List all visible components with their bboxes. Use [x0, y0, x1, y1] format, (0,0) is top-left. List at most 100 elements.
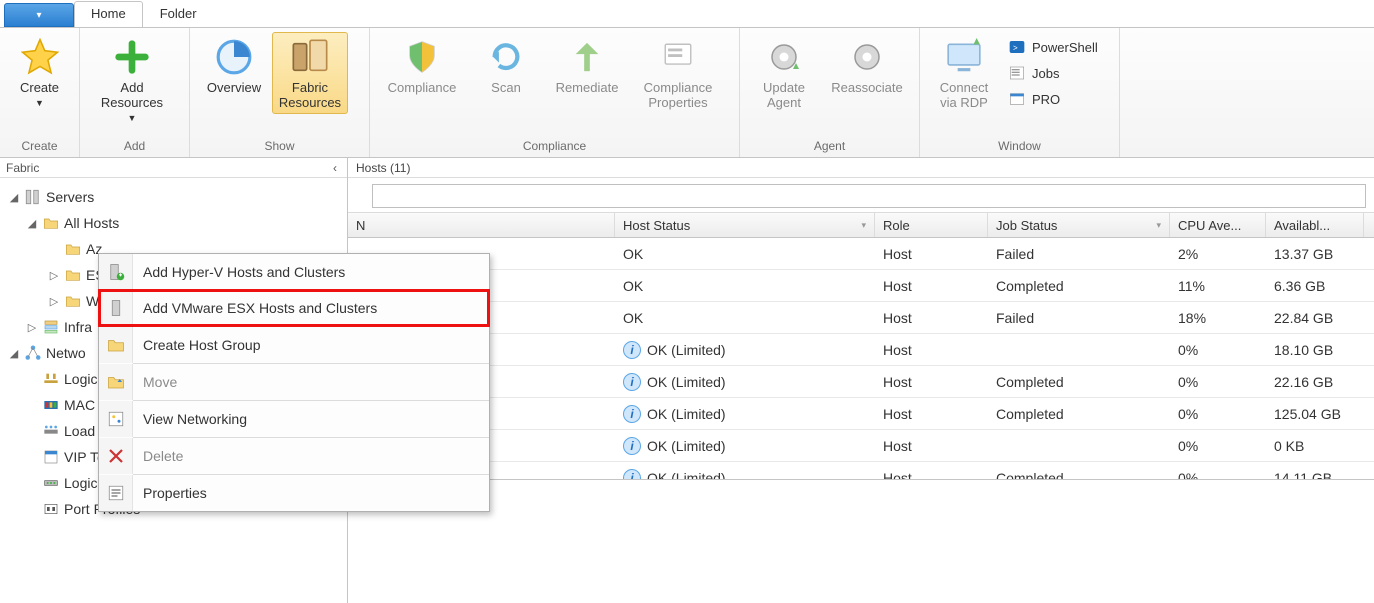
table-row[interactable]: OKHostFailed18%22.84 GB — [348, 302, 1374, 334]
cell-host-status: iOK (Limited) — [615, 430, 875, 461]
cell-memory: 6.36 GB — [1266, 270, 1364, 301]
chevron-down-icon[interactable]: ▾ — [861, 220, 866, 231]
table-row[interactable]: OKHostFailed2%13.37 GB — [348, 238, 1374, 270]
connect-rdp-button[interactable]: Connectvia RDP — [926, 32, 1002, 114]
gear-up-icon — [764, 37, 804, 77]
info-icon: i — [623, 341, 641, 359]
info-icon: i — [623, 405, 641, 423]
cell-cpu: 11% — [1170, 270, 1266, 301]
delete-icon — [99, 438, 133, 474]
ribbon-group-create: Create — [0, 137, 79, 157]
powershell-icon: > — [1008, 38, 1026, 56]
expander-icon[interactable]: ▷ — [48, 295, 60, 308]
folder-move-icon — [99, 364, 133, 400]
scan-button[interactable]: Scan — [468, 32, 544, 99]
server-stack-icon — [42, 318, 60, 336]
ctx-properties[interactable]: Properties — [99, 475, 489, 511]
col-cpu[interactable]: CPU Ave... — [1170, 213, 1266, 237]
ctx-view-networking[interactable]: View Networking — [99, 401, 489, 437]
cell-memory: 22.16 GB — [1266, 366, 1364, 397]
table-row[interactable]: OKHostCompleted11%6.36 GB — [348, 270, 1374, 302]
system-menu[interactable]: ▾ — [4, 3, 74, 27]
reassociate-button[interactable]: Reassociate — [822, 32, 912, 99]
servers-icon — [24, 188, 42, 206]
jobs-button[interactable]: Jobs — [1008, 62, 1098, 84]
ribbon-group-agent: Agent — [740, 137, 919, 157]
col-name[interactable]: N — [348, 213, 615, 237]
tree-all-hosts[interactable]: ◢ All Hosts — [4, 210, 343, 236]
col-memory[interactable]: Availabl... — [1266, 213, 1364, 237]
pro-button[interactable]: PRO — [1008, 88, 1098, 110]
add-resources-button[interactable]: AddResources ▼ — [86, 32, 178, 126]
tab-folder[interactable]: Folder — [143, 1, 214, 27]
chevron-down-icon: ▾ — [36, 10, 41, 21]
network-icon — [24, 344, 42, 362]
cell-role: Host — [875, 366, 988, 397]
plus-icon — [112, 37, 152, 77]
table-row[interactable]: iOK (Limited)HostCompleted0%125.04 GB — [348, 398, 1374, 430]
ctx-add-hyperv[interactable]: Add Hyper-V Hosts and Clusters — [99, 254, 489, 290]
ribbon-group-compliance: Compliance — [370, 137, 739, 157]
cell-host-status: iOK (Limited) — [615, 398, 875, 429]
col-job-status[interactable]: Job Status▾ — [988, 213, 1170, 237]
cell-host-status: OK — [615, 238, 875, 269]
collapse-nav-button[interactable]: ‹ — [329, 161, 341, 175]
ribbon: Create ▼ Create AddResources ▼ Add Overv… — [0, 28, 1374, 158]
expander-icon[interactable]: ▷ — [48, 269, 60, 282]
tree-servers[interactable]: ◢ Servers — [4, 184, 343, 210]
cell-memory: 18.10 GB — [1266, 334, 1364, 365]
table-row[interactable]: iOK (Limited)Host0%18.10 GB — [348, 334, 1374, 366]
cell-memory: 13.37 GB — [1266, 238, 1364, 269]
folder-new-icon — [99, 327, 133, 363]
ctx-add-vmware[interactable]: Add VMware ESX Hosts and Clusters — [99, 290, 489, 326]
cell-host-status: iOK (Limited) — [615, 366, 875, 397]
expander-icon[interactable]: ◢ — [26, 217, 38, 230]
filter-input[interactable] — [372, 184, 1366, 208]
gear-icon — [847, 37, 887, 77]
chevron-down-icon: ▼ — [101, 113, 163, 123]
chevron-down-icon[interactable]: ▾ — [1156, 220, 1161, 231]
overview-button[interactable]: Overview — [196, 32, 272, 99]
hosts-grid: N Host Status▾ Role Job Status▾ CPU Ave.… — [348, 212, 1374, 480]
cell-role: Host — [875, 398, 988, 429]
info-icon: i — [623, 437, 641, 455]
cell-host-status: OK — [615, 270, 875, 301]
remediate-button[interactable]: Remediate — [544, 32, 630, 99]
table-row[interactable]: iOK (Limited)HostCompleted0%22.16 GB — [348, 366, 1374, 398]
list-icon — [1008, 64, 1026, 82]
expander-icon[interactable]: ▷ — [26, 321, 38, 334]
cell-cpu: 0% — [1170, 462, 1266, 480]
nav-title: Fabric — [6, 161, 39, 175]
cell-memory: 125.04 GB — [1266, 398, 1364, 429]
ctx-move[interactable]: Move — [99, 364, 489, 400]
fabric-resources-button[interactable]: FabricResources — [272, 32, 348, 114]
svg-text:>: > — [1013, 43, 1018, 52]
update-agent-button[interactable]: UpdateAgent — [746, 32, 822, 114]
ctx-create-host-group[interactable]: Create Host Group — [99, 327, 489, 363]
cell-cpu: 0% — [1170, 334, 1266, 365]
network-view-icon — [99, 401, 133, 437]
star-icon — [20, 37, 60, 77]
vip-template-icon — [42, 448, 60, 466]
folder-icon — [42, 214, 60, 232]
table-row[interactable]: iOK (Limited)HostCompleted0%14.11 GB — [348, 462, 1374, 480]
expander-icon[interactable]: ◢ — [8, 191, 20, 204]
create-button[interactable]: Create ▼ — [6, 32, 73, 111]
cell-job-status — [988, 334, 1170, 365]
cell-role: Host — [875, 238, 988, 269]
switch-icon — [42, 474, 60, 492]
col-host-status[interactable]: Host Status▾ — [615, 213, 875, 237]
ctx-delete[interactable]: Delete — [99, 438, 489, 474]
compliance-button[interactable]: Compliance — [376, 32, 468, 99]
window-icon — [1008, 90, 1026, 108]
powershell-button[interactable]: > PowerShell — [1008, 36, 1098, 58]
info-icon: i — [623, 373, 641, 391]
tab-home[interactable]: Home — [74, 1, 143, 27]
compliance-properties-button[interactable]: ComplianceProperties — [630, 32, 726, 114]
col-role[interactable]: Role — [875, 213, 988, 237]
server-add-icon — [99, 254, 133, 290]
cell-job-status: Completed — [988, 398, 1170, 429]
expander-icon[interactable]: ◢ — [8, 347, 20, 360]
table-row[interactable]: iOK (Limited)Host0%0 KB — [348, 430, 1374, 462]
port-profile-icon — [42, 500, 60, 518]
